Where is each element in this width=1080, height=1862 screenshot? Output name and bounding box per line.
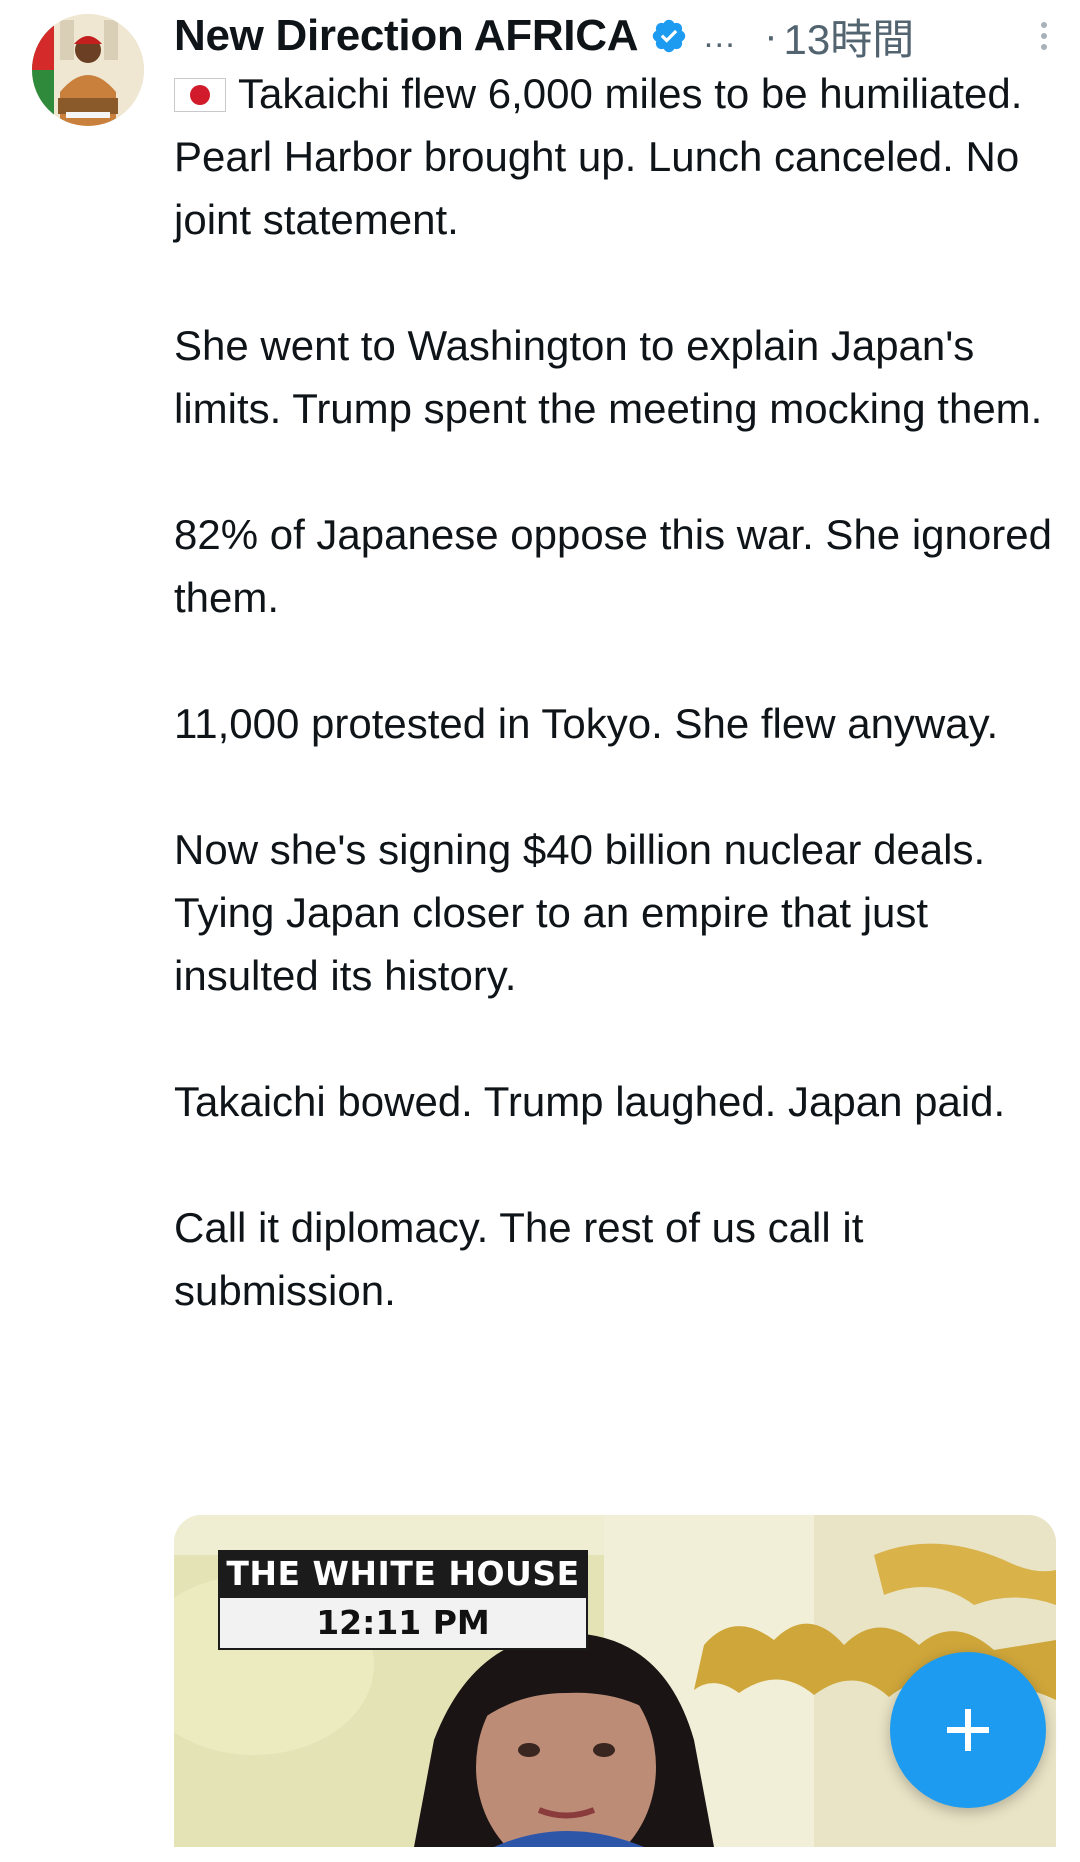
- post-header: New Direction AFRICA … · 13時間: [174, 6, 1054, 66]
- avatar-image: [32, 14, 144, 126]
- post-text: Takaichi flew 6,000 miles to be humiliat…: [174, 70, 1052, 1314]
- dot-separator: ·: [764, 13, 778, 58]
- more-vertical-icon[interactable]: [1034, 14, 1054, 58]
- name-overflow-ellipsis: …: [702, 16, 737, 55]
- post-timestamp[interactable]: 13時間: [784, 6, 915, 67]
- author-name[interactable]: New Direction AFRICA: [174, 11, 638, 61]
- japan-flag-icon: [174, 78, 226, 112]
- post-body: Takaichi flew 6,000 miles to be humiliat…: [174, 62, 1054, 1322]
- verified-badge-icon[interactable]: [650, 17, 688, 55]
- caption-location: THE WHITE HOUSE: [218, 1550, 588, 1598]
- compose-button[interactable]: [890, 1652, 1046, 1808]
- plus-icon: [947, 1709, 989, 1751]
- caption-time: 12:11 PM: [218, 1598, 588, 1650]
- video-caption: THE WHITE HOUSE 12:11 PM: [218, 1550, 588, 1650]
- author-avatar[interactable]: [32, 14, 144, 126]
